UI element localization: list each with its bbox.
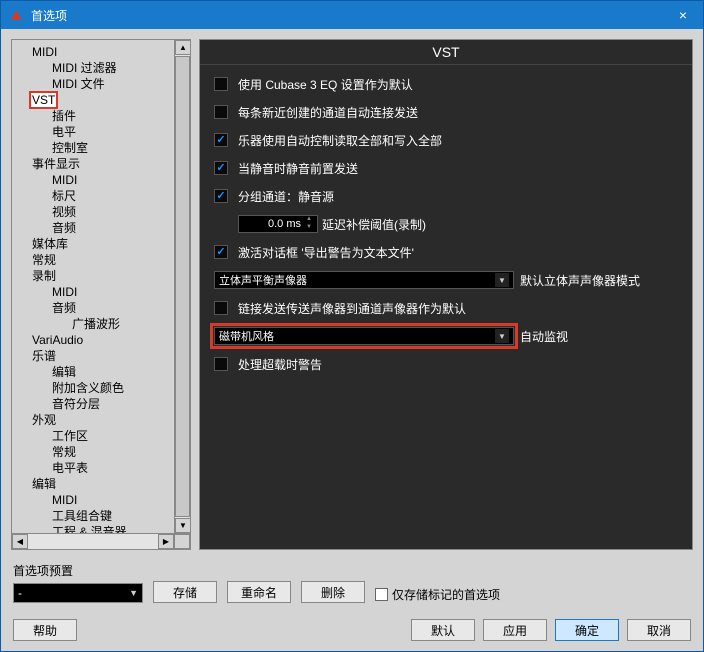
option-label: 使用 Cubase 3 EQ 设置作为默认 [238,76,413,93]
option-label: 延迟补偿阈值(录制) [322,216,426,233]
tree-item[interactable]: 音频 [16,220,172,236]
tree-item[interactable]: 插件 [16,108,172,124]
option-label: 每条新近创建的通道自动连接发送 [238,104,418,121]
panel-title: VST [200,40,692,65]
tree-item[interactable]: 事件显示 [16,156,172,172]
tree-item[interactable]: MIDI [16,492,172,508]
auto-monitoring-row: 磁带机风格 ▼ 自动监视 [212,325,680,347]
tree-scrollbar-vertical[interactable]: ▲ ▼ [174,40,190,533]
ok-button[interactable]: 确定 [555,619,619,641]
tree-item[interactable]: MIDI [16,172,172,188]
option-label: 默认立体声声像器模式 [520,272,640,289]
window-title: 首选项 [31,7,663,24]
tree-item[interactable]: 工作区 [16,428,172,444]
option-label: 自动监视 [520,328,568,345]
tree-item[interactable]: 常规 [16,252,172,268]
scroll-left-icon[interactable]: ◀ [12,534,28,549]
spin-down-icon[interactable]: ▼ [305,224,313,232]
option-label: 激活对话框 '导出警告为文本文件' [238,244,414,261]
store-button[interactable]: 存储 [153,581,217,603]
default-button[interactable]: 默认 [411,619,475,641]
tree-item[interactable]: VariAudio [16,332,172,348]
checkbox-mute-premute[interactable] [214,161,228,175]
checkbox-group-channels[interactable] [214,189,228,203]
option-label: 当静音时静音前置发送 [238,160,358,177]
preset-label: 首选项预置 [13,562,691,579]
tree-item[interactable]: 电平表 [16,460,172,476]
tree-item[interactable]: 音频 [16,300,172,316]
tree-item[interactable]: 工具组合键 [16,508,172,524]
tree-item[interactable]: 广播波形 [16,316,172,332]
titlebar: 首选项 × [1,1,703,29]
tree-item-vst[interactable]: VST [16,92,172,108]
scroll-right-icon[interactable]: ▶ [158,534,174,549]
tree-item[interactable]: 视频 [16,204,172,220]
chevron-down-icon: ▼ [129,588,138,598]
chevron-down-icon: ▼ [495,329,509,343]
category-tree-panel: MIDI MIDI 过滤器 MIDI 文件 VST 插件 电平 控制室 事件显示… [11,39,191,550]
tree-item[interactable]: 常规 [16,444,172,460]
tree-item[interactable]: MIDI 过滤器 [16,60,172,76]
checkbox-instrument-read-write[interactable] [214,133,228,147]
checkbox-link-send-panners[interactable] [214,301,228,315]
rename-button[interactable]: 重命名 [227,581,291,603]
delete-button[interactable]: 删除 [301,581,365,603]
stereo-pan-mode-dropdown[interactable]: 立体声平衡声像器 ▼ [214,271,514,289]
checkbox-warn-export[interactable] [214,245,228,259]
tree-item[interactable]: 外观 [16,412,172,428]
tree-item[interactable]: MIDI 文件 [16,76,172,92]
tree-item[interactable]: MIDI [16,284,172,300]
checkbox-use-cubase3-eq[interactable] [214,77,228,91]
checkbox-store-marked-only[interactable] [375,588,388,601]
app-icon [7,6,25,24]
auto-monitoring-dropdown[interactable]: 磁带机风格 ▼ [214,327,514,345]
tree-item[interactable]: MIDI [16,44,172,60]
category-tree[interactable]: MIDI MIDI 过滤器 MIDI 文件 VST 插件 电平 控制室 事件显示… [12,40,174,533]
tree-item[interactable]: 附加含义颜色 [16,380,172,396]
tree-item[interactable]: 编辑 [16,476,172,492]
tree-scrollbar-horizontal[interactable]: ◀ ▶ [12,533,190,549]
tree-item[interactable]: 工程 & 混音器 [16,524,172,533]
tree-item[interactable]: 乐谱 [16,348,172,364]
tree-item[interactable]: 编辑 [16,364,172,380]
tree-item[interactable]: 控制室 [16,140,172,156]
scroll-up-icon[interactable]: ▲ [175,40,191,55]
settings-panel: VST 使用 Cubase 3 EQ 设置作为默认 每条新近创建的通道自动连接发… [199,39,693,550]
scroll-down-icon[interactable]: ▼ [175,518,191,533]
tree-item[interactable]: 电平 [16,124,172,140]
option-label: 处理超载时警告 [238,356,322,373]
help-button[interactable]: 帮助 [13,619,77,641]
store-marked-label: 仅存储标记的首选项 [392,586,500,603]
tree-item[interactable]: 媒体库 [16,236,172,252]
tree-item[interactable]: 标尺 [16,188,172,204]
tree-item[interactable]: 音符分层 [16,396,172,412]
cancel-button[interactable]: 取消 [627,619,691,641]
apply-button[interactable]: 应用 [483,619,547,641]
checkbox-overload-warning[interactable] [214,357,228,371]
latency-threshold-field[interactable]: 0.0 ms ▲▼ [238,215,318,233]
spin-up-icon[interactable]: ▲ [305,216,313,224]
option-label: 乐器使用自动控制读取全部和写入全部 [238,132,442,149]
option-label: 分组通道：静音源 [238,188,334,205]
tree-item[interactable]: 录制 [16,268,172,284]
chevron-down-icon: ▼ [495,273,509,287]
checkbox-auto-connect-sends[interactable] [214,105,228,119]
option-label: 链接发送传送声像器到通道声像器作为默认 [238,300,466,317]
preset-dropdown[interactable]: - ▼ [13,583,143,603]
close-icon[interactable]: × [663,7,703,23]
